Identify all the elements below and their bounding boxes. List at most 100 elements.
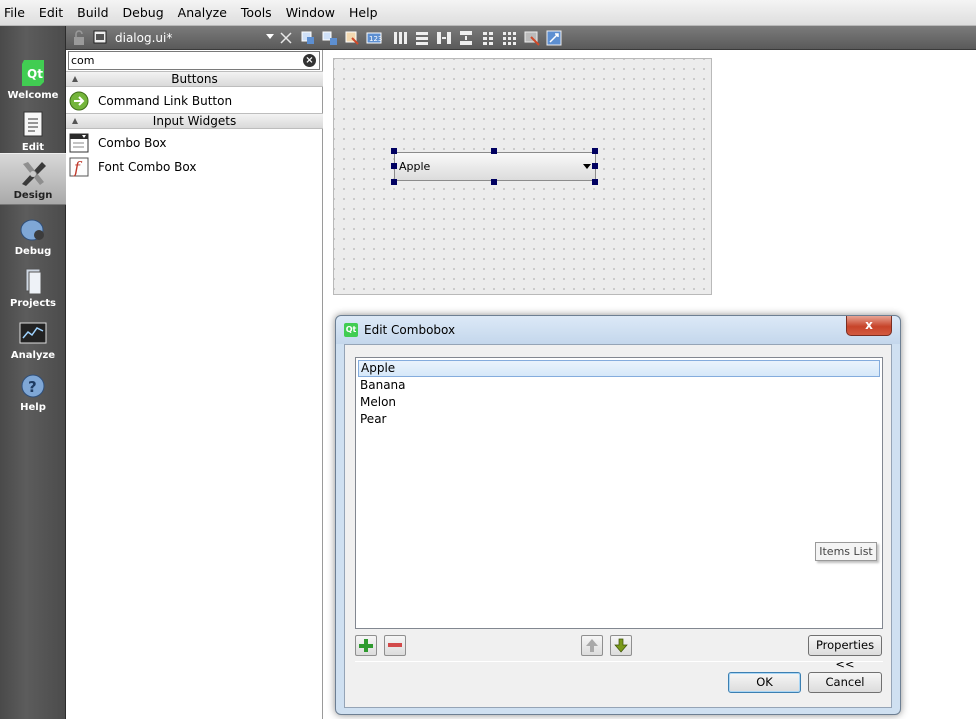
selection-handle[interactable]: [592, 179, 598, 185]
layout-horizontal-icon[interactable]: [392, 30, 408, 46]
cancel-button[interactable]: Cancel: [808, 672, 882, 693]
clear-filter-icon[interactable]: ×: [303, 54, 316, 67]
menu-file[interactable]: File: [4, 5, 33, 20]
edit-buddies-icon[interactable]: [344, 30, 360, 46]
selection-handle[interactable]: [391, 163, 397, 169]
chevron-down-icon: [266, 34, 274, 39]
mode-label: Help: [20, 402, 46, 413]
close-document-icon[interactable]: [278, 30, 294, 46]
menu-tools[interactable]: Tools: [241, 5, 280, 20]
widget-item-label: Font Combo Box: [98, 159, 197, 174]
widget-item-font-combo-box[interactable]: f Font Combo Box: [66, 155, 323, 178]
projects-icon: [25, 268, 42, 295]
arrow-up-icon: [586, 639, 598, 652]
widget-item-command-link-button[interactable]: Command Link Button: [66, 89, 323, 112]
mode-help[interactable]: ? Help: [0, 364, 66, 416]
break-layout-icon[interactable]: [524, 30, 540, 46]
layout-vertical-icon[interactable]: [414, 30, 430, 46]
move-down-button[interactable]: [610, 635, 632, 656]
ok-button[interactable]: OK: [728, 672, 801, 693]
mode-label: Welcome: [7, 90, 59, 101]
mode-label: Debug: [14, 246, 52, 257]
collapse-triangle-icon: [72, 118, 78, 124]
mode-label: Edit: [21, 142, 45, 153]
mode-projects[interactable]: Projects: [0, 260, 66, 312]
mode-label: Analyze: [10, 350, 56, 361]
menu-analyze[interactable]: Analyze: [178, 5, 235, 20]
mode-label: Design: [13, 190, 53, 201]
mode-edit[interactable]: Edit: [0, 104, 66, 156]
svg-text:123: 123: [369, 35, 382, 43]
dialog-divider: [355, 661, 883, 662]
layout-horizontal-splitter-icon[interactable]: [436, 30, 452, 46]
collapse-triangle-icon: [72, 76, 78, 82]
menu-build[interactable]: Build: [77, 5, 116, 20]
items-list-tooltip: Items List: [815, 542, 877, 561]
list-item-selected[interactable]: Apple: [358, 360, 880, 377]
category-label: Buttons: [171, 72, 218, 86]
add-item-button[interactable]: [355, 635, 377, 656]
items-list[interactable]: Apple Banana Melon Pear Items List: [355, 357, 883, 629]
selection-handle[interactable]: [592, 163, 598, 169]
selection-handle[interactable]: [491, 148, 497, 154]
edit-document-icon: [23, 111, 43, 137]
widget-item-label: Combo Box: [98, 135, 167, 150]
mode-debug[interactable]: Debug: [0, 208, 66, 260]
selection-handle[interactable]: [391, 148, 397, 154]
menu-help[interactable]: Help: [349, 5, 386, 20]
category-label: Input Widgets: [152, 114, 237, 128]
combo-box-widget[interactable]: Apple: [394, 152, 596, 181]
list-item[interactable]: Pear: [358, 411, 880, 428]
adjust-size-icon[interactable]: [546, 30, 562, 46]
mode-bar: Qt Welcome Edit Design Debug Projects An…: [0, 26, 66, 719]
editor-toolbar: dialog.ui* 123: [66, 26, 976, 50]
edit-tab-order-icon[interactable]: 123: [366, 30, 382, 46]
close-button[interactable]: x: [846, 316, 892, 336]
layout-grid-icon[interactable]: [502, 30, 518, 46]
category-input-widgets[interactable]: Input Widgets: [66, 113, 323, 129]
filter-text: com: [71, 54, 95, 67]
design-pen-icon: [22, 162, 46, 186]
layout-form-icon[interactable]: [480, 30, 496, 46]
command-link-icon: [69, 91, 89, 110]
minus-icon: [388, 643, 402, 647]
widget-item-combo-box[interactable]: Combo Box: [66, 131, 323, 154]
layout-vertical-splitter-icon[interactable]: [458, 30, 474, 46]
mode-welcome[interactable]: Qt Welcome: [0, 52, 66, 104]
debug-bug-icon: [20, 219, 44, 241]
widget-item-label: Command Link Button: [98, 93, 233, 108]
widget-box-panel: com × Buttons Command Link Button Input …: [66, 50, 323, 719]
list-item[interactable]: Banana: [358, 377, 880, 394]
svg-text:Qt: Qt: [27, 67, 43, 81]
mode-analyze[interactable]: Analyze: [0, 312, 66, 364]
selection-handle[interactable]: [391, 179, 397, 185]
lock-icon[interactable]: [71, 30, 87, 46]
qt-logo-icon: Qt: [22, 60, 44, 86]
svg-text:?: ?: [28, 378, 37, 396]
widget-filter-input[interactable]: com ×: [68, 51, 320, 70]
selection-handle[interactable]: [491, 179, 497, 185]
edit-widgets-icon[interactable]: [300, 30, 316, 46]
document-selector[interactable]: dialog.ui*: [90, 27, 274, 48]
mode-design[interactable]: Design: [0, 153, 66, 205]
combo-current-value: Apple: [399, 160, 431, 173]
dialog-title-bar[interactable]: Qt Edit Combobox x: [336, 316, 900, 344]
properties-toggle-button[interactable]: Properties <<: [808, 635, 882, 671]
document-name: dialog.ui*: [115, 30, 173, 45]
mode-label: Projects: [9, 298, 56, 309]
menu-debug[interactable]: Debug: [123, 5, 172, 20]
move-up-button[interactable]: [581, 635, 603, 656]
form-canvas[interactable]: Apple: [333, 58, 712, 295]
menu-window[interactable]: Window: [286, 5, 343, 20]
remove-item-button[interactable]: [384, 635, 406, 656]
selection-handle[interactable]: [592, 148, 598, 154]
plus-icon: [359, 639, 373, 652]
font-combo-box-icon: f: [69, 157, 89, 177]
menu-edit[interactable]: Edit: [39, 5, 71, 20]
list-item[interactable]: Melon: [358, 394, 880, 411]
category-buttons[interactable]: Buttons: [66, 71, 323, 87]
arrow-down-icon: [614, 638, 628, 653]
chevron-down-icon: [583, 164, 591, 169]
edit-signals-slots-icon[interactable]: [322, 30, 338, 46]
ui-file-icon: [93, 30, 107, 44]
